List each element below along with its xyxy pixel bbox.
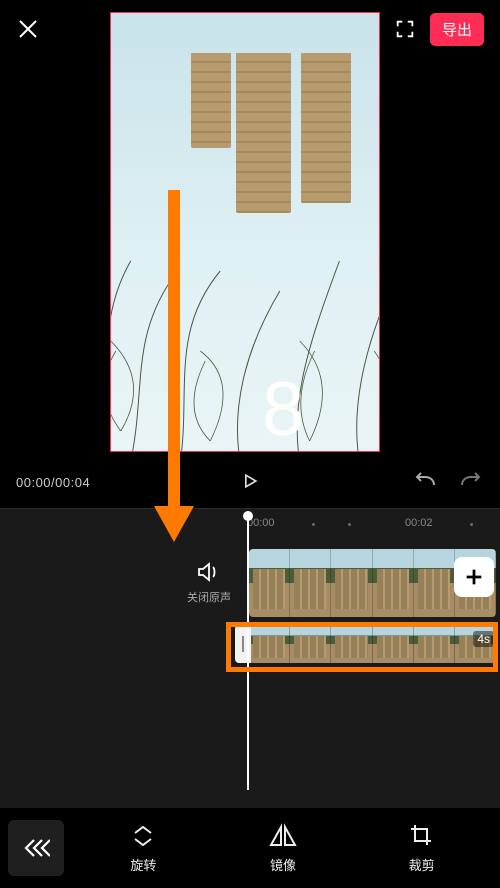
- time-readout: 00:00/00:04: [16, 475, 90, 490]
- preview-buildings: [201, 53, 361, 213]
- close-icon[interactable]: [16, 17, 40, 41]
- tool-crop[interactable]: 裁剪: [409, 823, 435, 874]
- bottom-toolbar: 旋转 镜像 裁剪: [0, 808, 500, 888]
- tool-label: 裁剪: [409, 855, 435, 874]
- speaker-icon: [196, 561, 222, 583]
- mute-original-audio-label: 关闭原声: [180, 589, 238, 605]
- fullscreen-icon[interactable]: [394, 18, 416, 40]
- export-button[interactable]: 导出: [430, 13, 484, 46]
- tool-label: 镜像: [270, 855, 296, 874]
- rotate-icon: [129, 823, 157, 849]
- annotation-step-number: 8: [262, 372, 304, 448]
- timeline[interactable]: 00:00 00:02 关闭原声 4s: [0, 508, 500, 810]
- back-button[interactable]: [8, 820, 64, 876]
- tool-label: 旋转: [130, 855, 156, 874]
- video-preview[interactable]: [110, 12, 380, 452]
- tool-rotate[interactable]: 旋转: [129, 823, 157, 874]
- header: 导出: [0, 0, 500, 58]
- add-clip-button[interactable]: [454, 557, 494, 597]
- ruler-tick: 00:02: [405, 517, 433, 529]
- video-clip-secondary[interactable]: [249, 625, 496, 663]
- playhead[interactable]: [247, 515, 249, 790]
- redo-button[interactable]: [458, 471, 484, 494]
- crop-icon: [409, 823, 435, 849]
- mirror-icon: [268, 823, 298, 849]
- play-button[interactable]: [240, 471, 260, 494]
- tool-mirror[interactable]: 镜像: [268, 823, 298, 874]
- undo-button[interactable]: [412, 471, 438, 494]
- clip-duration: 4s: [473, 631, 494, 647]
- audio-column[interactable]: 关闭原声: [180, 561, 238, 605]
- transport-bar: 00:00/00:04: [0, 460, 500, 504]
